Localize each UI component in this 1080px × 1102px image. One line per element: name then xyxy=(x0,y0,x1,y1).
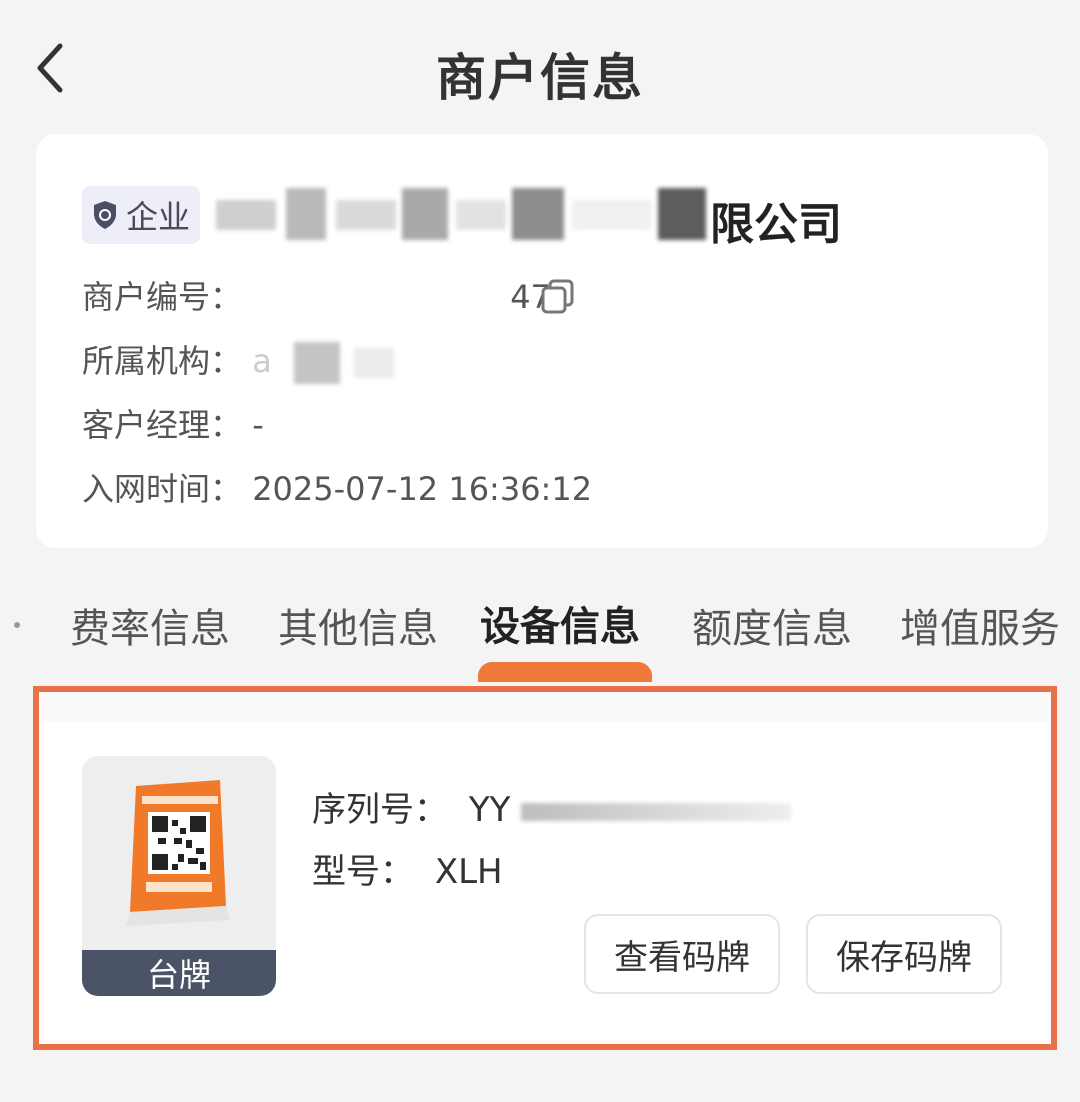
enterprise-badge-label: 企业 xyxy=(125,198,190,236)
shield-icon xyxy=(93,201,116,229)
tab-other-info[interactable]: 其他信息 xyxy=(278,596,438,654)
account-manager-label: 客户经理： xyxy=(82,406,243,444)
institution-label: 所属机构： xyxy=(82,342,243,380)
institution-row: 所属机构： a xyxy=(82,338,395,384)
device-thumbnail[interactable]: 台牌 xyxy=(82,756,276,996)
model-row: 型号： XLH xyxy=(312,844,503,893)
redacted-block xyxy=(521,802,792,821)
view-qr-plate-button[interactable]: 查看码牌 xyxy=(584,914,780,994)
company-name: 限公司 xyxy=(216,186,1008,250)
redacted-block xyxy=(572,200,652,230)
model-value: XLH xyxy=(434,852,503,892)
tab-rate-info[interactable]: 费率信息 xyxy=(70,596,230,654)
join-time-value: 2025-07-12 16:36:12 xyxy=(252,470,593,508)
redacted-block xyxy=(293,342,340,384)
header-bar: 商户信息 xyxy=(0,0,1080,136)
redacted-block xyxy=(336,200,396,230)
serial-number-row: 序列号： YY xyxy=(312,782,792,831)
device-thumbnail-caption: 台牌 xyxy=(82,950,276,996)
join-time-row: 入网时间： 2025-07-12 16:36:12 xyxy=(82,466,592,512)
tab-value-added-services[interactable]: 增值服务 xyxy=(900,596,1060,654)
qr-stand-image xyxy=(126,780,230,926)
serial-number-label: 序列号： xyxy=(312,790,448,830)
redacted-block xyxy=(658,188,706,240)
active-tab-indicator xyxy=(478,662,652,682)
redacted-block xyxy=(354,348,395,378)
join-time-label: 入网时间： xyxy=(82,470,243,508)
redacted-block xyxy=(402,188,448,240)
enterprise-badge: 企业 xyxy=(82,186,200,244)
redacted-block xyxy=(286,188,326,240)
tab-device-info[interactable]: 设备信息 xyxy=(480,594,640,652)
redacted-block xyxy=(216,200,276,230)
merchant-number-row: 商户编号： 47 xyxy=(82,274,574,320)
serial-number-value: YY xyxy=(468,790,511,830)
company-row: 企业 限公司 xyxy=(82,186,1008,250)
save-qr-plate-button[interactable]: 保存码牌 xyxy=(806,914,1002,994)
account-manager-row: 客户经理： - xyxy=(82,402,264,448)
page-title: 商户信息 xyxy=(436,49,644,107)
redacted-block xyxy=(512,188,564,240)
merchant-number-label: 商户编号： xyxy=(82,278,243,316)
institution-value: a xyxy=(252,342,272,380)
merchant-info-card: 企业 限公司 商户编号： 47 所属机构： a 客户经理： - 入网时间： 20… xyxy=(36,134,1048,548)
tab-quota-info[interactable]: 额度信息 xyxy=(692,596,852,654)
copy-icon[interactable] xyxy=(540,278,576,314)
model-label: 型号： xyxy=(312,852,414,892)
company-name-suffix: 限公司 xyxy=(710,199,842,250)
redacted-block xyxy=(456,200,506,230)
account-manager-value: - xyxy=(252,406,264,444)
